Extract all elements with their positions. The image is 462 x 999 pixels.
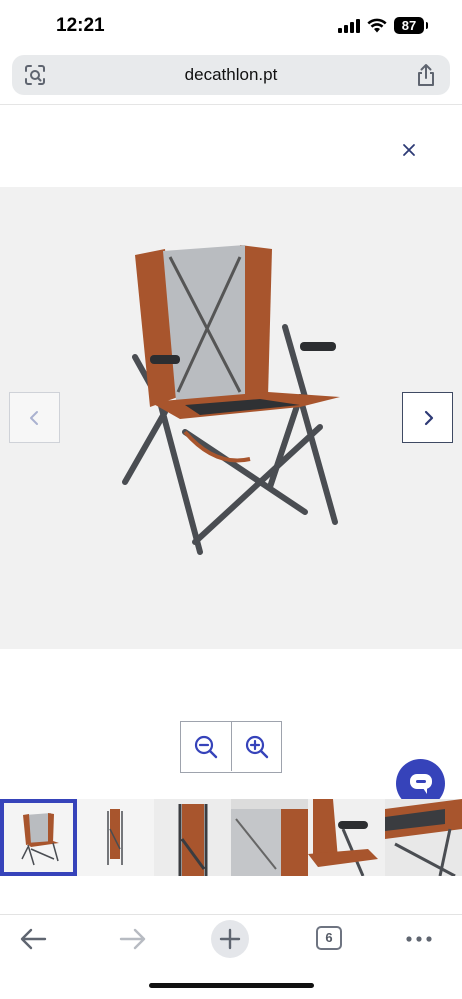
thumbnail-chair-front-view[interactable] [0,799,77,876]
more-icon [406,936,432,942]
product-image[interactable] [0,187,462,649]
thumbnail-chair-armrest-closeup[interactable] [308,799,385,876]
folded-closeup-thumbnail-image [178,804,208,876]
more-button[interactable] [399,920,439,958]
back-button[interactable] [14,920,54,958]
home-indicator [149,983,314,988]
toolbar-separator [0,104,462,105]
zoom-in-icon [245,735,269,759]
armrest-closeup-thumbnail-image [308,799,378,876]
camping-chair-image [122,245,340,555]
previous-image-button[interactable] [9,392,60,443]
tab-count: 6 [316,926,342,950]
chevron-right-icon [424,410,434,426]
tabs-button[interactable]: 6 [309,920,349,958]
next-image-button[interactable] [402,392,453,443]
thumbnail-strip [0,799,462,876]
thumbnail-chair-mesh-closeup[interactable] [231,799,308,876]
wifi-icon [367,18,387,33]
page: 12:21 87 decathlon.pt 6 [0,0,462,999]
bottom-toolbar-separator [0,914,462,915]
back-arrow-icon [20,928,47,950]
forward-button[interactable] [112,920,152,958]
zoom-out-icon [194,735,218,759]
chair-thumbnail-image [21,813,59,866]
share-icon[interactable] [415,63,437,87]
thumbnail-chair-side-closeup[interactable] [385,799,462,876]
thumbnail-chair-folded-closeup[interactable] [154,799,231,876]
close-icon[interactable] [398,139,420,161]
status-icons: 87 [338,17,428,34]
thumbnail-chair-folded-view[interactable] [77,799,154,876]
zoom-out-button[interactable] [181,722,231,771]
mesh-closeup-thumbnail-image [231,809,308,876]
status-bar: 12:21 87 [0,0,462,54]
plus-icon [219,928,241,950]
battery-icon: 87 [394,17,428,34]
folded-chair-thumbnail-image [107,809,123,865]
url-text: decathlon.pt [184,65,278,84]
forward-arrow-icon [119,928,146,950]
chevron-left-icon [30,411,38,425]
chat-icon [410,774,432,794]
zoom-controls [180,721,282,773]
address-bar[interactable]: decathlon.pt [12,55,450,95]
signal-icon [338,18,360,33]
side-closeup-thumbnail-image [385,799,462,876]
zoom-in-button[interactable] [231,722,281,771]
new-tab-button[interactable] [210,920,250,958]
status-time: 12:21 [56,15,105,36]
